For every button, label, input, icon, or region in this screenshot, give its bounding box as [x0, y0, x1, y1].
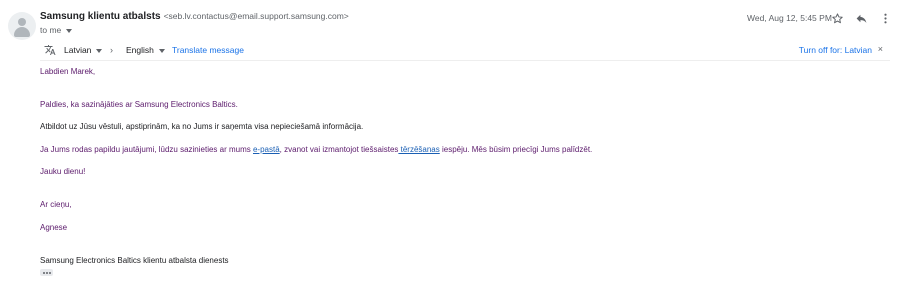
message-date: Wed, Aug 12, 5:45 PM	[747, 13, 832, 23]
email-link[interactable]: e-pastā	[253, 145, 280, 154]
sender-email: <seb.lv.contactus@email.support.samsung.…	[163, 11, 349, 21]
contact-paragraph: Ja Jums rodas papildu jautājumi, lūdzu s…	[40, 145, 593, 154]
show-trimmed-content-button[interactable]	[40, 269, 53, 276]
sender-line: Samsung klientu atbalsts <seb.lv.contactu…	[40, 11, 349, 22]
translate-bar: Latvian › English Translate message Turn…	[40, 40, 890, 61]
arrow-right-icon: ›	[110, 45, 113, 55]
signature-line: Samsung Electronics Baltics klientu atba…	[40, 256, 229, 265]
star-button[interactable]	[828, 9, 846, 27]
source-language-select[interactable]: Latvian	[64, 45, 103, 55]
more-options-button[interactable]	[876, 9, 894, 27]
sender-avatar	[8, 12, 36, 40]
chevron-down-icon	[96, 48, 103, 53]
target-language-select[interactable]: English	[126, 45, 165, 55]
chat-link[interactable]: tērzēšanas	[398, 145, 440, 154]
reply-button[interactable]	[852, 9, 870, 27]
more-vert-icon	[883, 13, 887, 23]
translate-icon	[44, 44, 56, 58]
confirmation-paragraph: Atbildot uz Jūsu vēstuli, apstiprinām, k…	[40, 122, 364, 131]
recipient-label: to me	[40, 25, 62, 35]
thanks-paragraph: Paldies, ka sazinājāties ar Samsung Elec…	[40, 100, 238, 109]
chevron-down-icon	[158, 48, 165, 53]
sender-name[interactable]: Samsung klientu atbalsts	[40, 11, 161, 22]
translate-message-link[interactable]: Translate message	[172, 45, 244, 55]
chevron-down-icon[interactable]	[66, 28, 73, 33]
regards-line: Ar cieņu,	[40, 200, 72, 209]
agent-name: Agnese	[40, 223, 68, 232]
turn-off-translation-link[interactable]: Turn off for: Latvian	[799, 45, 872, 55]
nice-day-line: Jauku dienu!	[40, 167, 86, 176]
star-icon	[831, 12, 843, 23]
recipient-details[interactable]: to me	[40, 25, 73, 35]
greeting: Labdien Marek,	[40, 67, 96, 76]
close-icon[interactable]: ×	[878, 44, 883, 54]
reply-icon	[856, 14, 866, 23]
avatar-icon	[18, 18, 26, 26]
